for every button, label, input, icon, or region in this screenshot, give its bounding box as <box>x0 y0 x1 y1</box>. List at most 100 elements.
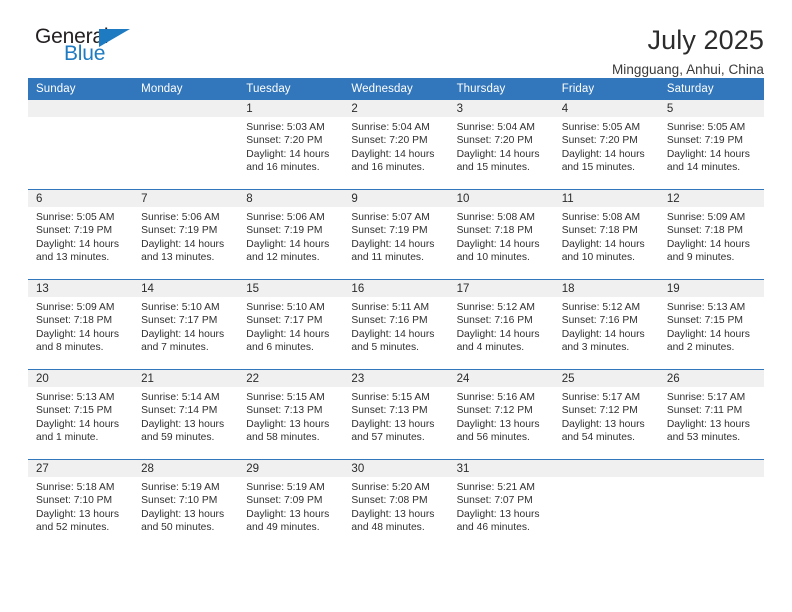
sunset-text: Sunset: 7:14 PM <box>141 405 218 417</box>
day-number: 13 <box>28 280 134 297</box>
calendar-week-row: 27 Sunrise: 5:18 AM Sunset: 7:10 PM Dayl… <box>28 459 764 549</box>
day-details: Sunrise: 5:14 AM Sunset: 7:14 PM Dayligh… <box>133 387 238 445</box>
calendar-day-cell[interactable]: 8 Sunrise: 5:06 AM Sunset: 7:19 PM Dayli… <box>238 189 344 280</box>
calendar-day-cell[interactable]: 10 Sunrise: 5:08 AM Sunset: 7:18 PM Dayl… <box>448 189 554 280</box>
daylight-text-line2: and 59 minutes. <box>141 432 215 444</box>
calendar-day-cell[interactable] <box>133 100 239 190</box>
calendar-day-cell[interactable]: 13 Sunrise: 5:09 AM Sunset: 7:18 PM Dayl… <box>28 279 134 370</box>
calendar-day-cell[interactable]: 14 Sunrise: 5:10 AM Sunset: 7:17 PM Dayl… <box>133 279 239 370</box>
sunset-text: Sunset: 7:17 PM <box>246 315 323 327</box>
calendar-day-cell[interactable]: 24 Sunrise: 5:16 AM Sunset: 7:12 PM Dayl… <box>448 369 554 460</box>
day-cell-inner: 10 Sunrise: 5:08 AM Sunset: 7:18 PM Dayl… <box>448 190 554 279</box>
daylight-text-line1: Daylight: 14 hours <box>246 328 330 340</box>
calendar-day-cell[interactable] <box>553 459 659 549</box>
day-cell-inner: 12 Sunrise: 5:09 AM Sunset: 7:18 PM Dayl… <box>658 190 764 279</box>
calendar-day-cell[interactable]: 27 Sunrise: 5:18 AM Sunset: 7:10 PM Dayl… <box>28 459 134 549</box>
calendar-day-cell[interactable]: 30 Sunrise: 5:20 AM Sunset: 7:08 PM Dayl… <box>343 459 449 549</box>
day-cell-inner: 17 Sunrise: 5:12 AM Sunset: 7:16 PM Dayl… <box>448 280 554 369</box>
day-cell-inner: 20 Sunrise: 5:13 AM Sunset: 7:15 PM Dayl… <box>28 370 134 459</box>
calendar-day-cell[interactable]: 26 Sunrise: 5:17 AM Sunset: 7:11 PM Dayl… <box>658 369 764 460</box>
calendar-day-cell[interactable]: 11 Sunrise: 5:08 AM Sunset: 7:18 PM Dayl… <box>553 189 659 280</box>
daylight-text-line1: Daylight: 14 hours <box>351 328 435 340</box>
sunset-text: Sunset: 7:19 PM <box>351 225 428 237</box>
day-details: Sunrise: 5:19 AM Sunset: 7:09 PM Dayligh… <box>238 477 343 535</box>
sunset-text: Sunset: 7:13 PM <box>351 405 428 417</box>
daylight-text-line1: Daylight: 14 hours <box>561 328 645 340</box>
day-cell-inner: 5 Sunrise: 5:05 AM Sunset: 7:19 PM Dayli… <box>658 100 764 189</box>
daylight-text-line1: Daylight: 14 hours <box>351 148 435 160</box>
day-number: 25 <box>553 370 659 387</box>
daylight-text-line2: and 53 minutes. <box>666 432 741 444</box>
sunrise-text: Sunrise: 5:21 AM <box>456 482 535 493</box>
day-cell-inner <box>28 100 134 189</box>
daylight-text-line1: Daylight: 13 hours <box>246 418 330 430</box>
day-number <box>133 100 239 117</box>
sunset-text: Sunset: 7:12 PM <box>561 405 638 417</box>
calendar-day-cell[interactable]: 15 Sunrise: 5:10 AM Sunset: 7:17 PM Dayl… <box>238 279 344 370</box>
daylight-text-line1: Daylight: 13 hours <box>456 508 540 520</box>
calendar-day-cell[interactable]: 7 Sunrise: 5:06 AM Sunset: 7:19 PM Dayli… <box>133 189 239 280</box>
calendar-day-cell[interactable]: 19 Sunrise: 5:13 AM Sunset: 7:15 PM Dayl… <box>658 279 764 370</box>
sunrise-text: Sunrise: 5:11 AM <box>351 302 430 313</box>
calendar-day-cell[interactable]: 28 Sunrise: 5:19 AM Sunset: 7:10 PM Dayl… <box>133 459 239 549</box>
weekday-header-friday: Friday <box>553 78 659 100</box>
day-details: Sunrise: 5:15 AM Sunset: 7:13 PM Dayligh… <box>343 387 448 445</box>
weekday-header-row: Sunday Monday Tuesday Wednesday Thursday… <box>28 78 764 100</box>
daylight-text-line2: and 11 minutes. <box>351 252 424 264</box>
day-cell-inner: 2 Sunrise: 5:04 AM Sunset: 7:20 PM Dayli… <box>343 100 449 189</box>
daylight-text-line2: and 1 minute. <box>36 432 99 444</box>
daylight-text-line1: Daylight: 14 hours <box>36 238 119 250</box>
day-cell-inner: 26 Sunrise: 5:17 AM Sunset: 7:11 PM Dayl… <box>658 370 764 459</box>
day-cell-inner: 28 Sunrise: 5:19 AM Sunset: 7:10 PM Dayl… <box>133 460 239 549</box>
calendar-day-cell[interactable]: 5 Sunrise: 5:05 AM Sunset: 7:19 PM Dayli… <box>658 100 764 190</box>
general-blue-logo[interactable]: General Blue <box>28 26 178 72</box>
sunrise-text: Sunrise: 5:04 AM <box>351 122 430 133</box>
calendar-day-cell[interactable]: 2 Sunrise: 5:04 AM Sunset: 7:20 PM Dayli… <box>343 100 449 190</box>
calendar-day-cell[interactable]: 6 Sunrise: 5:05 AM Sunset: 7:19 PM Dayli… <box>28 189 134 280</box>
calendar-day-cell[interactable]: 16 Sunrise: 5:11 AM Sunset: 7:16 PM Dayl… <box>343 279 449 370</box>
calendar-day-cell[interactable]: 21 Sunrise: 5:14 AM Sunset: 7:14 PM Dayl… <box>133 369 239 460</box>
sunset-text: Sunset: 7:18 PM <box>561 225 638 237</box>
sunrise-text: Sunrise: 5:09 AM <box>36 302 115 313</box>
calendar-day-cell[interactable]: 25 Sunrise: 5:17 AM Sunset: 7:12 PM Dayl… <box>553 369 659 460</box>
day-details: Sunrise: 5:07 AM Sunset: 7:19 PM Dayligh… <box>343 207 448 265</box>
calendar-day-cell[interactable]: 31 Sunrise: 5:21 AM Sunset: 7:07 PM Dayl… <box>448 459 554 549</box>
calendar-day-cell[interactable] <box>28 100 134 190</box>
daylight-text-line2: and 54 minutes. <box>561 432 635 444</box>
calendar-day-cell[interactable]: 3 Sunrise: 5:04 AM Sunset: 7:20 PM Dayli… <box>448 100 554 190</box>
daylight-text-line1: Daylight: 14 hours <box>246 238 330 250</box>
daylight-text-line2: and 52 minutes. <box>36 522 110 534</box>
day-cell-inner: 21 Sunrise: 5:14 AM Sunset: 7:14 PM Dayl… <box>133 370 239 459</box>
daylight-text-line1: Daylight: 13 hours <box>351 508 435 520</box>
calendar-day-cell[interactable]: 23 Sunrise: 5:15 AM Sunset: 7:13 PM Dayl… <box>343 369 449 460</box>
calendar-day-cell[interactable]: 9 Sunrise: 5:07 AM Sunset: 7:19 PM Dayli… <box>343 189 449 280</box>
calendar-day-cell[interactable]: 20 Sunrise: 5:13 AM Sunset: 7:15 PM Dayl… <box>28 369 134 460</box>
daylight-text-line1: Daylight: 13 hours <box>561 418 645 430</box>
calendar-day-cell[interactable]: 17 Sunrise: 5:12 AM Sunset: 7:16 PM Dayl… <box>448 279 554 370</box>
calendar-day-cell[interactable]: 22 Sunrise: 5:15 AM Sunset: 7:13 PM Dayl… <box>238 369 344 460</box>
sunrise-text: Sunrise: 5:08 AM <box>456 212 535 223</box>
calendar-day-cell[interactable]: 4 Sunrise: 5:05 AM Sunset: 7:20 PM Dayli… <box>553 100 659 190</box>
sunset-text: Sunset: 7:16 PM <box>351 315 428 327</box>
day-number: 6 <box>28 190 134 207</box>
calendar-day-cell[interactable]: 18 Sunrise: 5:12 AM Sunset: 7:16 PM Dayl… <box>553 279 659 370</box>
daylight-text-line1: Daylight: 13 hours <box>141 418 225 430</box>
sunrise-text: Sunrise: 5:15 AM <box>351 392 430 403</box>
calendar-day-cell[interactable] <box>658 459 764 549</box>
day-cell-inner <box>133 100 239 189</box>
calendar-day-cell[interactable]: 29 Sunrise: 5:19 AM Sunset: 7:09 PM Dayl… <box>238 459 344 549</box>
day-cell-inner: 29 Sunrise: 5:19 AM Sunset: 7:09 PM Dayl… <box>238 460 344 549</box>
daylight-text-line2: and 6 minutes. <box>246 342 314 354</box>
daylight-text-line2: and 58 minutes. <box>246 432 320 444</box>
daylight-text-line1: Daylight: 14 hours <box>666 238 750 250</box>
day-cell-inner: 1 Sunrise: 5:03 AM Sunset: 7:20 PM Dayli… <box>238 100 344 189</box>
day-details: Sunrise: 5:06 AM Sunset: 7:19 PM Dayligh… <box>133 207 238 265</box>
sunrise-text: Sunrise: 5:13 AM <box>666 302 746 313</box>
day-details: Sunrise: 5:21 AM Sunset: 7:07 PM Dayligh… <box>449 477 554 535</box>
calendar-day-cell[interactable]: 1 Sunrise: 5:03 AM Sunset: 7:20 PM Dayli… <box>238 100 344 190</box>
day-details: Sunrise: 5:12 AM Sunset: 7:16 PM Dayligh… <box>449 297 554 355</box>
calendar-grid: Sunday Monday Tuesday Wednesday Thursday… <box>28 78 764 549</box>
calendar-day-cell[interactable]: 12 Sunrise: 5:09 AM Sunset: 7:18 PM Dayl… <box>658 189 764 280</box>
day-details: Sunrise: 5:20 AM Sunset: 7:08 PM Dayligh… <box>343 477 448 535</box>
sunset-text: Sunset: 7:10 PM <box>141 495 218 507</box>
